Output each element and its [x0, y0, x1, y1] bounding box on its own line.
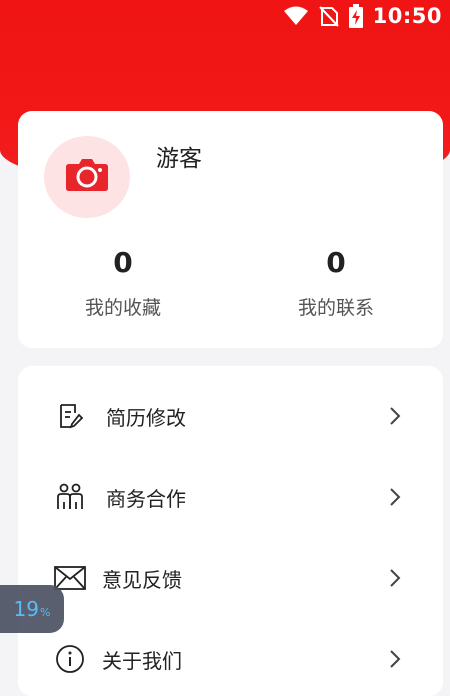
chevron-right-icon: [387, 406, 403, 426]
status-icons: 10:50: [283, 3, 442, 29]
chevron-right-icon: [387, 649, 403, 669]
favorites-label: 我的收藏: [84, 297, 161, 319]
menu-item-about[interactable]: 关于我们: [18, 629, 443, 689]
menu-item-feedback[interactable]: 意见反馈: [18, 548, 443, 608]
menu-item-business[interactable]: 商务合作: [18, 467, 443, 527]
menu-item-label: 意见反馈: [102, 567, 182, 592]
status-time: 10:50: [372, 4, 442, 28]
favorites-stat[interactable]: 0 我的收藏: [43, 245, 203, 320]
contacts-stat[interactable]: 0 我的联系: [256, 245, 416, 320]
battery-charging-icon: [348, 4, 363, 28]
badge-value: 19: [13, 597, 39, 621]
menu-item-resume-edit[interactable]: 简历修改: [18, 386, 443, 446]
contacts-label: 我的联系: [297, 297, 374, 319]
menu-item-label: 商务合作: [106, 486, 186, 511]
contacts-count: 0: [326, 246, 346, 279]
avatar[interactable]: [44, 136, 130, 218]
username: 游客: [156, 146, 202, 172]
camera-icon: [65, 158, 109, 196]
menu-item-label: 关于我们: [102, 648, 182, 673]
info-icon: [54, 643, 86, 675]
chevron-right-icon: [387, 487, 403, 507]
favorites-count: 0: [113, 246, 133, 279]
people-icon: [54, 481, 86, 513]
status-bar: 10:50: [0, 0, 450, 32]
wifi-icon: [283, 6, 309, 26]
floating-progress-badge[interactable]: 19 %: [0, 585, 64, 633]
menu-item-label: 简历修改: [106, 405, 186, 430]
no-sim-icon: [318, 5, 339, 27]
resume-edit-icon: [54, 400, 86, 432]
profile-card: 游客 0 我的收藏 0 我的联系: [18, 111, 443, 348]
badge-unit: %: [40, 605, 51, 619]
menu-card: 简历修改 商务合作 意见反馈 关于我们: [18, 366, 443, 696]
chevron-right-icon: [387, 568, 403, 588]
